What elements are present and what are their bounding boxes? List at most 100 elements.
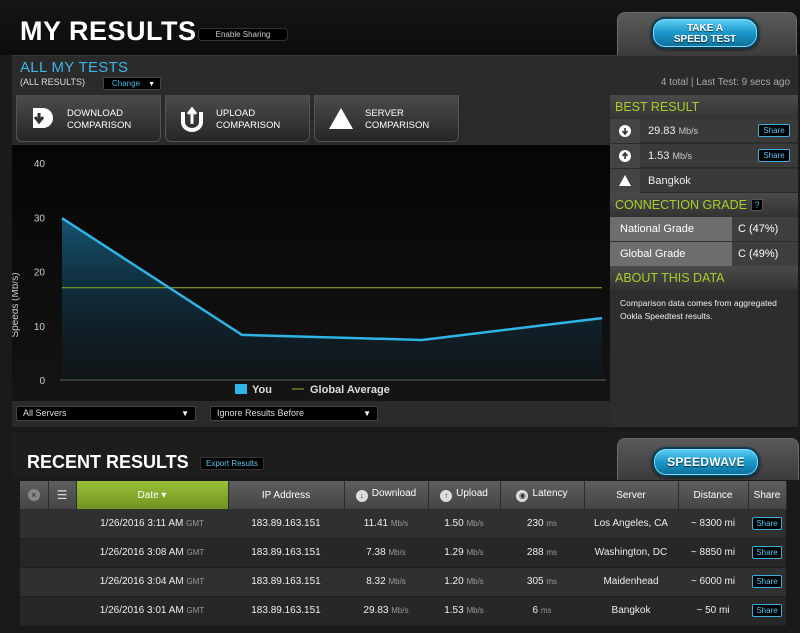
legend-you-swatch bbox=[235, 384, 247, 394]
close-icon: × bbox=[27, 489, 40, 501]
best-download-number: 29.83 bbox=[648, 125, 676, 137]
upload-circle-icon: ↑ bbox=[440, 490, 453, 502]
y-tick-label: 40 bbox=[34, 159, 46, 170]
about-text: Comparison data comes from aggregated Oo… bbox=[620, 298, 777, 321]
enable-sharing-button[interactable]: Enable Sharing bbox=[198, 28, 288, 41]
download-value: 29.83 bbox=[363, 605, 389, 616]
server-icon-box bbox=[610, 169, 640, 193]
download-circle-icon: ↓ bbox=[355, 490, 368, 502]
connection-grade-title: CONNECTION GRADE bbox=[615, 198, 747, 212]
upload-comparison-label-1: UPLOAD bbox=[216, 108, 256, 119]
cell-server: Maidenhead bbox=[584, 567, 678, 597]
speed-unit: Mb/s bbox=[466, 577, 484, 586]
best-upload-number: 1.53 bbox=[648, 150, 670, 162]
delete-column-header[interactable]: × bbox=[20, 481, 49, 509]
col-date[interactable]: Date ▾ bbox=[76, 481, 229, 509]
export-results-button[interactable]: Export Results bbox=[200, 457, 264, 470]
speedwave-button[interactable]: SPEEDWAVE bbox=[652, 447, 760, 477]
table-row[interactable]: 1/26/2016 3:11 AM GMT 183.89.163.151 11.… bbox=[20, 509, 786, 539]
col-upload[interactable]: ↑ Upload bbox=[428, 481, 501, 509]
col-distance[interactable]: Distance bbox=[678, 481, 749, 509]
table-row[interactable]: 1/26/2016 3:08 AM GMT 183.89.163.151 7.3… bbox=[20, 538, 786, 568]
share-button[interactable]: Share bbox=[752, 604, 782, 617]
national-grade-row: National Grade C (47%) bbox=[610, 217, 798, 241]
tests-title: ALL MY TESTS bbox=[20, 59, 129, 76]
col-server[interactable]: Server bbox=[584, 481, 679, 509]
table-row[interactable]: 1/26/2016 3:01 AM GMT 183.89.163.151 29.… bbox=[20, 596, 786, 626]
cell-latency: 305 ms bbox=[500, 567, 584, 597]
upload-value: 1.50 bbox=[444, 517, 464, 529]
cell-download: 8.32 Mb/s bbox=[344, 567, 428, 597]
speedwave-tab: SPEEDWAVE bbox=[617, 438, 799, 480]
connection-grade-header: CONNECTION GRADE? bbox=[610, 193, 798, 217]
speed-test-tab: TAKE A SPEED TEST bbox=[617, 12, 797, 58]
help-icon[interactable]: ? bbox=[750, 199, 763, 211]
tag-column-header[interactable]: ☰ bbox=[48, 481, 77, 509]
speed-unit: Mb/s bbox=[391, 606, 409, 615]
cell-share: Share bbox=[748, 538, 786, 568]
date-value: 1/26/2016 3:01 AM bbox=[99, 605, 184, 616]
timezone: GMT bbox=[186, 518, 204, 528]
speed-unit: Mb/s bbox=[390, 518, 409, 528]
cell-date: 1/26/2016 3:08 AM GMT bbox=[76, 538, 228, 568]
row-empty-cell bbox=[48, 596, 76, 626]
cell-distance: ~ 50 mi bbox=[678, 596, 748, 626]
share-button[interactable]: Share bbox=[752, 546, 782, 559]
share-upload-button[interactable]: Share bbox=[758, 149, 790, 162]
share-download-button[interactable]: Share bbox=[758, 124, 790, 137]
latency-unit: ms bbox=[546, 577, 558, 586]
summary-panel: BEST RESULT 29.83 Mb/s Share 1.53 Mb/s S… bbox=[610, 95, 798, 427]
share-button[interactable]: Share bbox=[752, 516, 782, 530]
row-empty-cell bbox=[20, 509, 48, 539]
col-latency-label: Latency bbox=[532, 488, 568, 499]
download-value: 7.38 bbox=[366, 547, 386, 558]
legend-global-label: Global Average bbox=[310, 384, 390, 396]
national-grade-value: C (47%) bbox=[732, 217, 798, 241]
latency-value: 6 bbox=[532, 605, 539, 616]
download-icon-box bbox=[610, 119, 640, 143]
results-table: × ☰ Date ▾ IP Address ↓ Download ↑ Upload … bbox=[20, 481, 787, 626]
download-comparison-button[interactable]: DOWNLOAD COMPARISON bbox=[16, 95, 161, 142]
cell-date: 1/26/2016 3:01 AM GMT bbox=[76, 596, 228, 626]
change-filter-button[interactable]: Change ▼ bbox=[103, 77, 161, 90]
triangle-icon bbox=[329, 108, 353, 129]
best-upload-row: 1.53 Mb/s Share bbox=[610, 144, 798, 168]
row-empty-cell bbox=[20, 596, 48, 626]
ignore-before-select[interactable]: Ignore Results Before ▼ bbox=[210, 406, 378, 421]
latency-value: 305 bbox=[526, 576, 544, 587]
upload-value: 1.53 bbox=[444, 605, 464, 616]
caret-down-icon: ▼ bbox=[148, 81, 155, 88]
server-comparison-button[interactable]: SERVER COMPARISON bbox=[314, 95, 459, 142]
cell-ip: 183.89.163.151 bbox=[228, 567, 344, 597]
best-server-row: Bangkok bbox=[610, 169, 798, 193]
cell-latency: 288 ms bbox=[500, 538, 584, 568]
upload-value: 1.29 bbox=[444, 547, 464, 558]
server-filter-select[interactable]: All Servers ▼ bbox=[16, 406, 196, 421]
tests-header: ALL MY TESTS (ALL RESULTS) Change ▼ 4 to… bbox=[12, 55, 798, 95]
download-circle-icon bbox=[619, 125, 631, 137]
cell-latency: 230 ms bbox=[500, 509, 584, 539]
latency-unit: ms bbox=[540, 606, 552, 615]
col-ip-address[interactable]: IP Address bbox=[228, 481, 345, 509]
col-latency[interactable]: ◉ Latency bbox=[500, 481, 585, 509]
chart-filters: All Servers ▼ Ignore Results Before ▼ bbox=[12, 401, 610, 427]
best-result-title: BEST RESULT bbox=[610, 95, 798, 119]
col-download[interactable]: ↓ Download bbox=[344, 481, 429, 509]
best-download-row: 29.83 Mb/s Share bbox=[610, 119, 798, 143]
page-title: MY RESULTS bbox=[20, 16, 197, 46]
take-speed-test-button[interactable]: TAKE A SPEED TEST bbox=[651, 17, 759, 49]
upload-comparison-button[interactable]: UPLOAD COMPARISON bbox=[165, 95, 310, 142]
change-label: Change bbox=[112, 79, 141, 88]
triangle-icon bbox=[619, 175, 631, 186]
best-download-unit: Mb/s bbox=[678, 126, 699, 136]
cell-share: Share bbox=[748, 596, 786, 626]
speed-unit: Mb/s bbox=[466, 606, 484, 615]
caret-down-icon: ▼ bbox=[363, 409, 371, 418]
tests-filter-label: (ALL RESULTS) bbox=[20, 77, 86, 87]
share-button[interactable]: Share bbox=[752, 575, 782, 588]
table-row[interactable]: 1/26/2016 3:04 AM GMT 183.89.163.151 8.3… bbox=[20, 567, 786, 597]
cell-distance: ~ 8850 mi bbox=[678, 538, 748, 568]
timezone: GMT bbox=[186, 577, 205, 586]
cell-download: 7.38 Mb/s bbox=[344, 538, 428, 568]
server-filter-value: All Servers bbox=[23, 408, 67, 418]
